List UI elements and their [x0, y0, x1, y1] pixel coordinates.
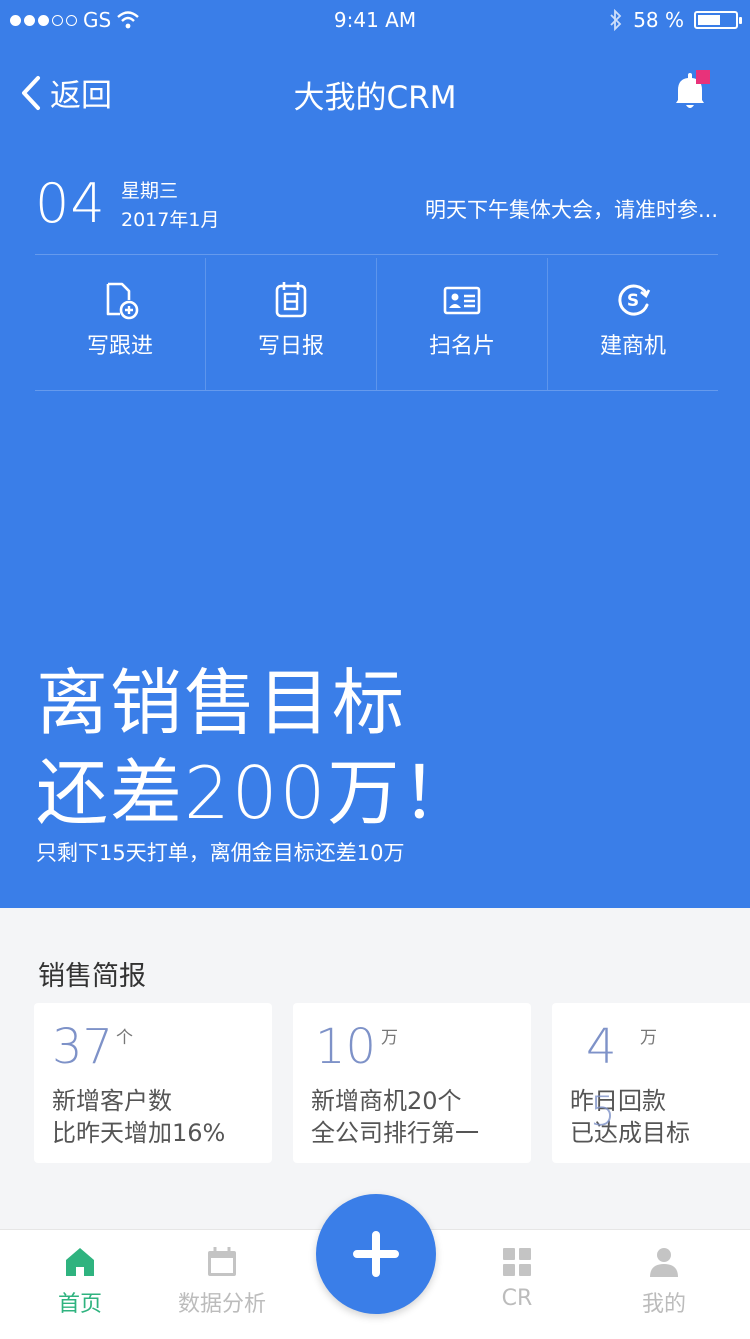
- stat-value: 4: [586, 1019, 617, 1075]
- page-title: 大我的CRM: [293, 80, 457, 116]
- action-label: 写日报: [257, 334, 324, 359]
- stat-unit: 万: [381, 1028, 398, 1048]
- date-day: 04: [35, 172, 106, 235]
- stat-label: 新增商机20个: [311, 1087, 462, 1115]
- home-icon: [66, 1248, 94, 1276]
- stat-card-new-customers[interactable]: 37 个 新增客户数 比昨天增加16%: [34, 1003, 272, 1163]
- business-card-icon: [443, 286, 481, 315]
- stat-overlay-digit: 5: [590, 1089, 616, 1135]
- add-button[interactable]: [316, 1194, 436, 1314]
- stat-label: 新增客户数: [52, 1087, 172, 1115]
- action-label: 扫名片: [428, 334, 495, 359]
- tab-home[interactable]: 首页: [5, 1244, 155, 1318]
- tab-label: CR: [501, 1286, 533, 1311]
- target-subline: 只剩下15天打单，离佣金目标还差10万: [36, 841, 405, 865]
- divider: [35, 254, 718, 255]
- bluetooth-icon: [610, 9, 622, 31]
- svg-text:S: S: [627, 291, 639, 311]
- target-headline-line2: 还差200万！: [36, 751, 476, 835]
- grid-icon: [503, 1248, 531, 1276]
- notice-text[interactable]: 明天下午集体大会，请准时参...: [425, 194, 718, 224]
- bell-icon[interactable]: [668, 70, 712, 114]
- stat-detail: 已达成目标: [570, 1119, 690, 1147]
- stat-unit: 万: [640, 1028, 657, 1048]
- create-opportunity-button[interactable]: S 建商机: [548, 258, 718, 390]
- stat-label: 昨日回款: [570, 1087, 666, 1115]
- stat-value: 37: [52, 1019, 114, 1075]
- action-label: 建商机: [599, 334, 666, 359]
- tab-data-analysis[interactable]: 数据分析: [147, 1244, 297, 1318]
- tab-label: 我的: [641, 1292, 686, 1317]
- date-year-month: 2017年1月: [121, 209, 220, 231]
- tab-label: 数据分析: [177, 1292, 266, 1317]
- sales-brief-title: 销售简报: [38, 961, 146, 992]
- plus-icon: [353, 1231, 399, 1277]
- battery-icon: [694, 11, 742, 29]
- status-bar: GS 9:41 AM 58 %: [0, 0, 750, 40]
- battery-percent: 58 %: [633, 8, 684, 32]
- date-row: 04 星期三 2017年1月 明天下午集体大会，请准时参...: [35, 172, 718, 242]
- divider: [35, 390, 718, 391]
- tab-mine[interactable]: 我的: [589, 1244, 739, 1318]
- stat-unit: 个: [116, 1028, 133, 1048]
- date-weekday: 星期三: [121, 180, 179, 202]
- notification-badge: [696, 70, 710, 84]
- tab-label: 首页: [57, 1292, 102, 1317]
- stat-value: 10: [315, 1019, 377, 1075]
- stat-card-new-opportunities[interactable]: 10 万 新增商机20个 全公司排行第一: [293, 1003, 531, 1163]
- stat-detail: 比昨天增加16%: [52, 1119, 226, 1147]
- stat-card-payments[interactable]: 4 万 昨日回款 已达成目标 5: [552, 1003, 750, 1163]
- scan-card-button[interactable]: 扫名片: [377, 258, 548, 390]
- quick-actions: 写跟进 写日报 扫名片 S 建商机: [35, 258, 718, 390]
- calendar-icon: [208, 1247, 236, 1276]
- user-icon: [650, 1248, 678, 1277]
- tab-cr[interactable]: CR: [442, 1244, 592, 1311]
- sales-brief-cards: 37 个 新增客户数 比昨天增加16% 10 万 新增商机20个 全公司排行第一…: [34, 1003, 750, 1163]
- write-followup-button[interactable]: 写跟进: [35, 258, 206, 390]
- calendar-icon: [275, 282, 307, 318]
- dollar-circle-icon: S: [618, 284, 651, 316]
- hero-header: GS 9:41 AM 58 % 返回 大我的CRM 04 星期三 2017年1月…: [0, 0, 750, 908]
- write-daily-report-button[interactable]: 写日报: [206, 258, 377, 390]
- nav-bar: 返回 大我的CRM: [0, 58, 750, 128]
- stat-detail: 全公司排行第一: [311, 1119, 479, 1147]
- add-file-icon: [106, 282, 139, 320]
- action-label: 写跟进: [86, 334, 153, 359]
- status-right: 58 %: [609, 8, 742, 32]
